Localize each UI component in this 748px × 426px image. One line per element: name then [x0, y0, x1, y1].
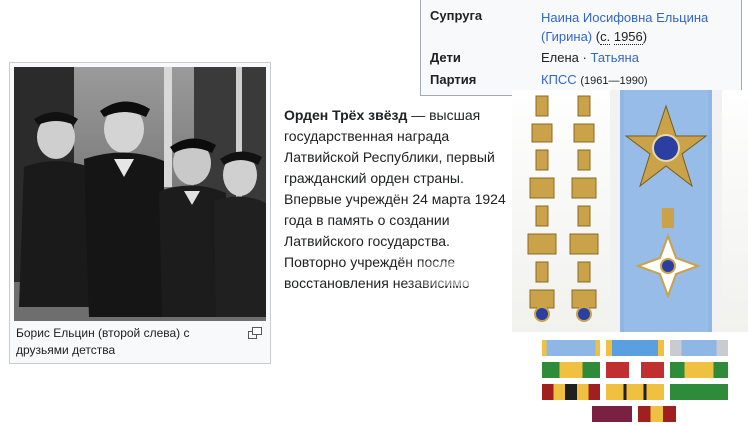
text-fade-overlay [400, 262, 512, 286]
photo-illustration [14, 67, 266, 321]
spouse-marriage-year: 1956 [613, 29, 643, 45]
ribbon-bar [592, 406, 632, 422]
ribbon-bar [542, 384, 600, 400]
ribbon-bar [606, 362, 664, 378]
ribbon-bar [638, 406, 676, 422]
party-label: Партия [430, 72, 477, 87]
order-illustration [527, 90, 722, 332]
ribbon-bars [540, 336, 748, 426]
party-years: (1961—1990) [580, 75, 648, 87]
article-title-bold: Орден Трёх звёзд [284, 107, 408, 123]
infobox: Супруга Наина Иосифовна Ельцина (Гирина)… [420, 0, 742, 96]
child-tatiana-link[interactable]: Татьяна [590, 50, 638, 65]
ribbon-bar [606, 340, 664, 356]
ribbon-bar [542, 340, 600, 356]
photo-image[interactable] [14, 67, 266, 321]
ribbon-bar [670, 362, 728, 378]
spouse-link-line2[interactable]: (Гирина) [541, 29, 592, 44]
photo-thumbnail: Борис Ельцин (второй слева) с друзьями д… [9, 62, 271, 364]
order-image[interactable] [512, 90, 748, 426]
infobox-row-children: Дети Елена · Татьяна [421, 50, 741, 70]
ribbon-bar [670, 384, 728, 400]
infobox-row-party: Партия КПСС (1961—1990) [421, 72, 741, 92]
party-link[interactable]: КПСС [541, 72, 577, 87]
children-separator: · [578, 50, 591, 65]
child-elena: Елена [541, 50, 579, 65]
children-label: Дети [430, 50, 461, 65]
order-main-image [512, 90, 748, 332]
spouse-extra-close: ) [642, 29, 648, 44]
magnify-icon[interactable] [248, 327, 262, 339]
spouse-link-line1[interactable]: Наина Иосифовна Ельцина [541, 10, 708, 25]
spouse-extra-open: ( [592, 29, 601, 44]
ribbon-bar [542, 362, 600, 378]
photo-caption: Борис Ельцин (второй слева) с друзьями д… [16, 326, 190, 357]
infobox-row-spouse: Супруга Наина Иосифовна Ельцина (Гирина)… [421, 8, 741, 48]
spouse-marriage-abbr: с. [600, 29, 611, 45]
ribbon-bar [606, 384, 664, 400]
spouse-label: Супруга [430, 8, 483, 23]
ribbon-bar [670, 340, 728, 356]
